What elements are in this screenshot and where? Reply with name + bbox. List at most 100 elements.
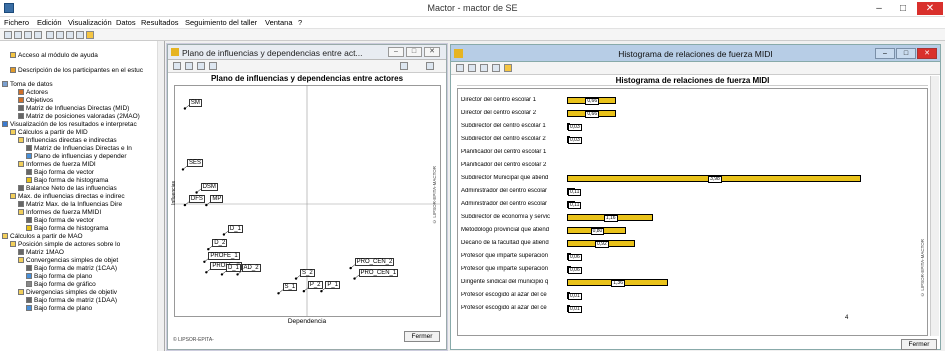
toolbar-grid-icon[interactable] [76, 31, 84, 39]
histogram-window-titlebar[interactable]: Histograma de relaciones de fuerza MIDI … [451, 45, 940, 62]
x-axis-label: Dependencia [287, 318, 327, 325]
tree-item[interactable]: Plano de influencias y depender [2, 153, 157, 161]
toolbar-export-icon[interactable] [46, 31, 54, 39]
tree-item-label: Bajo forma de plano [34, 273, 93, 280]
menu-fichero[interactable]: Fichero [4, 18, 29, 28]
hist-tool-edit-icon[interactable] [504, 64, 512, 72]
tree-item[interactable]: Acceso al módulo de ayuda [2, 52, 157, 60]
toolbar-print-icon[interactable] [24, 31, 32, 39]
toolbar-arrow-icon[interactable] [4, 31, 12, 39]
scatter-point-label: S_2 [300, 268, 315, 277]
scatter-labels: SMSESDSMDFSMPD_1D_2PROFE_1PROFE_2D_1AD_2… [175, 86, 440, 316]
toolbar-copy-icon[interactable] [56, 31, 64, 39]
tree-item[interactable]: Bajo forma de matriz (1CAA) [2, 265, 157, 273]
tree-item[interactable]: Bajo forma de vector [2, 217, 157, 225]
tree-item[interactable]: Cálculos a partir de MID [2, 129, 157, 137]
toolbar-help-icon[interactable] [86, 31, 94, 39]
scatter-point-label: SM [188, 98, 202, 107]
tree-item[interactable]: Cálculos a partir de MAO [2, 233, 157, 241]
menu-edicion[interactable]: Edición [37, 18, 62, 28]
plane-close-button[interactable]: ✕ [424, 47, 440, 57]
minimize-button[interactable]: – [868, 2, 890, 15]
matrix-icon [26, 217, 32, 223]
histogram-row: Metodólogo provincial que atiend 0,80 [461, 224, 921, 237]
plane-window-icon [171, 48, 179, 56]
menu-resultados[interactable]: Resultados [141, 18, 179, 28]
hist-maximize-button[interactable]: □ [896, 48, 916, 59]
hist-tool-printer-icon[interactable] [492, 64, 500, 72]
histogram-scrollbar[interactable] [930, 76, 939, 336]
tree-item[interactable]: Matriz de Influencias Directas (MID) [2, 105, 157, 113]
plane-minimize-button[interactable]: – [388, 47, 404, 57]
tree-item[interactable]: Actores [2, 89, 157, 97]
menu-visualizacion[interactable]: Visualización [68, 18, 112, 28]
tree-item[interactable]: Matriz 1MAO [2, 249, 157, 257]
tree-item[interactable]: Descripción de los participantes en el e… [2, 67, 157, 75]
tree-item-label: Informes de fuerza MMIDI [26, 209, 102, 216]
menu-seguimiento[interactable]: Seguimiento del taller [185, 18, 257, 28]
tree-item[interactable]: Informes de fuerza MIDI [2, 161, 157, 169]
histogram-category-label: Profesor escogido al azar del ce [461, 292, 547, 298]
menu-help[interactable]: ? [298, 18, 302, 28]
plane-maximize-button[interactable]: □ [406, 47, 422, 57]
zoom-out-icon[interactable] [426, 62, 434, 70]
histogram-value-label: 3,98 [708, 176, 722, 183]
toolbar-save-icon[interactable] [34, 31, 42, 39]
sidebar-scrollbar[interactable] [157, 41, 164, 351]
people-icon [10, 67, 16, 73]
tree-item[interactable]: Bajo forma de matriz (1DAA) [2, 297, 157, 305]
tree-item[interactable]: Informes de fuerza MMIDI [2, 209, 157, 217]
maximize-button[interactable]: □ [892, 2, 914, 15]
plane-tool-color-icon[interactable] [185, 62, 193, 70]
tree-item[interactable]: Bajo forma de vector [2, 169, 157, 177]
tree-item-label: Acceso al módulo de ayuda [18, 52, 98, 59]
tree-item[interactable]: Toma de datos [2, 81, 157, 89]
tree-item[interactable]: Max. de influencias directas e indirec [2, 193, 157, 201]
tree-item[interactable]: Objetivos [2, 97, 157, 105]
scatter-point-label: S_1 [282, 283, 298, 292]
tree-item[interactable]: Matriz Max. de la Influencias Dire [2, 201, 157, 209]
histogram-value-label: 0,01 [568, 306, 582, 313]
folder-icon [10, 193, 16, 199]
tree-item[interactable]: Convergencias simples de objet [2, 257, 157, 265]
histogram-close-fermer-button[interactable]: Fermer [901, 339, 937, 350]
histogram-category-label: Subdirector Municipal que atiend [461, 175, 549, 181]
tree-item[interactable]: Bajo forma de plano [2, 305, 157, 313]
toolbar-table-icon[interactable] [66, 31, 74, 39]
plane-tool-print-icon[interactable] [173, 62, 181, 70]
folder-icon [18, 289, 24, 295]
histogram-row: Profesor que imparte superación 0,06 [461, 250, 921, 263]
tree-item[interactable]: Balance Neto de las influencias [2, 185, 157, 193]
tree-item[interactable]: Bajo forma de histograma [2, 177, 157, 185]
menu-datos[interactable]: Datos [116, 18, 136, 28]
tree-item-label: Bajo forma de histograma [34, 225, 109, 232]
histogram-row: Profesor que imparte superación 0,06 [461, 263, 921, 276]
hist-tool-people-icon[interactable] [480, 64, 488, 72]
plane-window-titlebar[interactable]: Plano de influencias y dependencias entr… [168, 45, 446, 60]
tree-item[interactable]: Matriz de Influencias Directas e In [2, 145, 157, 153]
tree-item[interactable]: Matriz de posiciones valoradas (2MAO) [2, 113, 157, 121]
tree-item[interactable]: Posición simple de actores sobre lo [2, 241, 157, 249]
tree-item[interactable]: Bajo forma de plano [2, 273, 157, 281]
tree-item[interactable]: Divergencias simples de objetiv [2, 289, 157, 297]
tree-item-label: Matriz de Influencias Directas (MID) [26, 105, 130, 112]
tree-item[interactable]: Influencias directas e indirectas [2, 137, 157, 145]
tree-item[interactable]: Visualización de los resultados e interp… [2, 121, 157, 129]
close-button[interactable]: ✕ [917, 2, 943, 15]
zoom-in-icon[interactable] [400, 62, 408, 70]
plane-tool-printer-icon[interactable] [209, 62, 217, 70]
tree-item-label: Influencias directas e indirectas [26, 137, 117, 144]
toolbar-new-icon[interactable] [14, 31, 22, 39]
menu-ventana[interactable]: Ventana [265, 18, 293, 28]
plane-tool-people-icon[interactable] [197, 62, 205, 70]
hist-watermark: © LIPSOR-EPITA-MACTOR [920, 239, 925, 297]
tree-item[interactable]: Bajo forma de histograma [2, 225, 157, 233]
tree-item[interactable]: Bajo forma de gráfico [2, 281, 157, 289]
hist-tool-color-icon[interactable] [468, 64, 476, 72]
plane-close-fermer-button[interactable]: Fermer [404, 331, 440, 342]
hist-close-button[interactable]: ✕ [917, 48, 937, 59]
hist-tool-print-icon[interactable] [456, 64, 464, 72]
histogram-category-label: Director del centro escolar 1 [461, 97, 537, 103]
hist-minimize-button[interactable]: – [875, 48, 895, 59]
objective-icon [18, 97, 24, 103]
